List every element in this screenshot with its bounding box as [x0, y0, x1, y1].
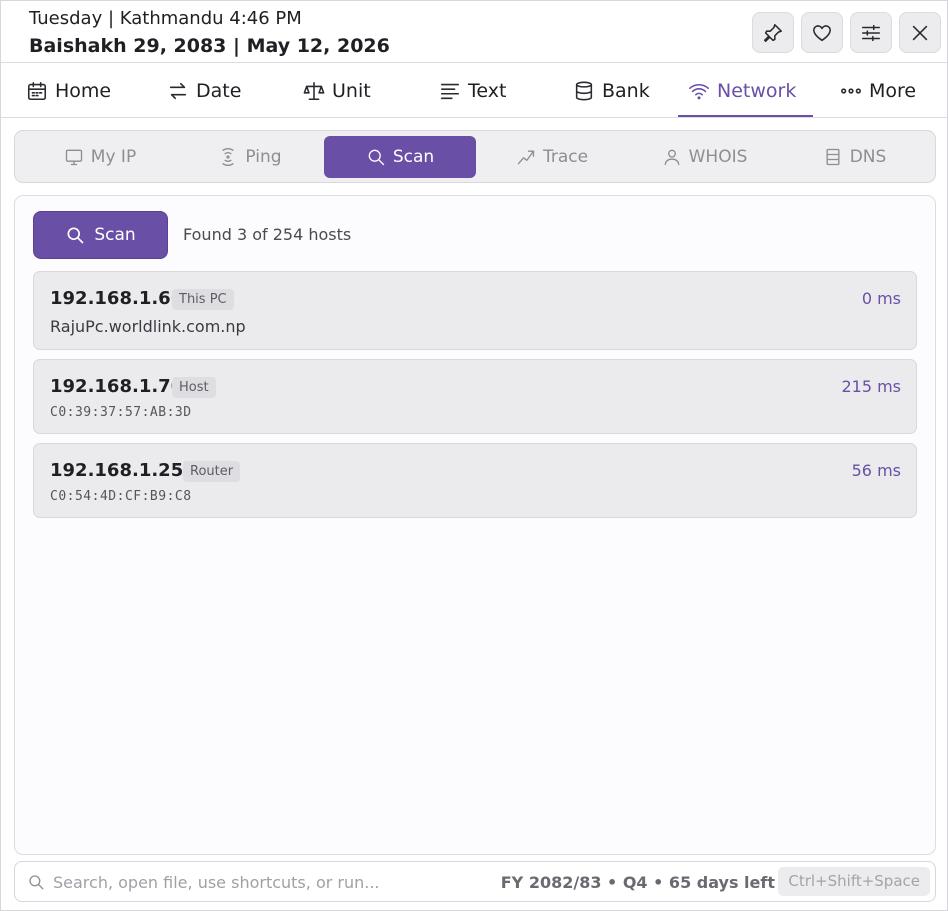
host-card[interactable]: 192.168.1.70 Host C0:39:37:57:AB:3D 215 … — [33, 359, 917, 434]
subtab-whois[interactable]: WHOIS — [627, 136, 782, 178]
favorite-button[interactable] — [801, 12, 843, 53]
subtab-my-ip[interactable]: My IP — [25, 136, 175, 178]
pin-icon — [763, 23, 783, 42]
host-badge: This PC — [172, 289, 234, 310]
scan-status: Found 3 of 254 hosts — [183, 225, 352, 244]
host-card[interactable]: 192.168.1.254 Router C0:54:4D:CF:B9:C8 5… — [33, 443, 917, 518]
subtab-trace-label: Trace — [542, 147, 589, 167]
host-mac: C0:39:37:57:AB:3D — [50, 405, 192, 420]
subtab-trace[interactable]: Trace — [477, 136, 627, 178]
host-card[interactable]: 192.168.1.66 This PC RajuPc.worldlink.co… — [33, 271, 917, 350]
swap-icon — [169, 82, 187, 99]
trend-icon — [517, 150, 535, 165]
dots-icon — [841, 87, 861, 94]
subtab-ping[interactable]: Ping — [175, 136, 325, 178]
tab-unit[interactable]: Unit — [303, 64, 371, 117]
host-latency: 215 ms — [841, 377, 901, 396]
database-icon — [575, 81, 593, 100]
scan-panel: Scan Found 3 of 254 hosts 192.168.1.66 T… — [14, 195, 936, 855]
sliders-icon — [861, 24, 881, 41]
host-badge: Host — [172, 377, 216, 398]
tab-text[interactable]: Text — [439, 64, 506, 117]
tab-unit-label: Unit — [332, 79, 371, 102]
host-badge: Router — [183, 461, 241, 482]
tab-home-label: Home — [55, 79, 112, 102]
header-date: Baishakh 29, 2083 | May 12, 2026 — [29, 35, 390, 57]
search-icon — [27, 873, 45, 891]
tab-more-label: More — [869, 79, 917, 102]
heart-icon — [813, 24, 831, 41]
command-search-input[interactable] — [53, 868, 513, 896]
tab-date-label: Date — [196, 79, 242, 102]
tab-text-label: Text — [468, 79, 507, 102]
close-icon — [912, 25, 928, 40]
active-tab-indicator — [678, 115, 813, 117]
header-time: Tuesday | Kathmandu 4:46 PM — [29, 8, 302, 29]
calendar-icon — [27, 81, 47, 100]
tab-bank[interactable]: Bank — [573, 64, 650, 117]
tab-bank-label: Bank — [602, 79, 650, 102]
network-subtabs: My IP Ping Scan Trace WHOIS DNS — [14, 130, 936, 183]
host-latency: 0 ms — [861, 289, 901, 308]
subtab-scan[interactable]: Scan — [324, 136, 476, 178]
scan-button[interactable]: Scan — [33, 211, 168, 259]
close-button[interactable] — [899, 12, 941, 53]
subtab-ping-label: Ping — [245, 147, 282, 167]
scale-icon — [303, 81, 325, 100]
monitor-icon — [65, 149, 82, 166]
tab-network[interactable]: Network — [688, 64, 796, 117]
header: Tuesday | Kathmandu 4:46 PM Baishakh 29,… — [1, 1, 947, 63]
subtab-dns[interactable]: DNS — [782, 136, 927, 178]
host-ip: 192.168.1.66 — [50, 288, 184, 309]
tab-home[interactable]: Home — [26, 64, 111, 117]
host-hostname: RajuPc.worldlink.com.np — [50, 317, 246, 336]
settings-button[interactable] — [850, 12, 892, 53]
subtab-whois-label: WHOIS — [688, 147, 748, 167]
host-ip: 192.168.1.70 — [50, 376, 184, 397]
scan-button-label: Scan — [94, 225, 136, 245]
host-ip: 192.168.1.254 — [50, 460, 196, 481]
server-icon — [826, 148, 840, 166]
fiscal-year-status: FY 2082/83 • Q4 • 65 days left — [500, 873, 775, 892]
search-icon — [67, 227, 84, 244]
main-nav: Home Date Unit Text Bank Network More — [1, 64, 947, 118]
subtab-my-ip-label: My IP — [90, 147, 137, 167]
pin-button[interactable] — [752, 12, 794, 53]
header-buttons — [752, 12, 941, 53]
tab-network-label: Network — [717, 79, 797, 102]
ping-icon — [222, 148, 235, 166]
tab-date[interactable]: Date — [167, 64, 241, 117]
subtab-scan-label: Scan — [392, 147, 435, 167]
shortcut-hint: Ctrl+Shift+Space — [778, 867, 930, 896]
tab-more[interactable]: More — [840, 64, 916, 117]
host-latency: 56 ms — [851, 461, 901, 480]
user-icon — [664, 149, 679, 166]
search-icon — [368, 149, 384, 166]
host-mac: C0:54:4D:CF:B9:C8 — [50, 489, 192, 504]
text-lines-icon — [440, 83, 460, 99]
command-bar: FY 2082/83 • Q4 • 65 days left Ctrl+Shif… — [14, 861, 936, 902]
app-window: Tuesday | Kathmandu 4:46 PM Baishakh 29,… — [0, 0, 948, 911]
wifi-icon — [689, 83, 709, 99]
subtab-dns-label: DNS — [849, 147, 887, 167]
